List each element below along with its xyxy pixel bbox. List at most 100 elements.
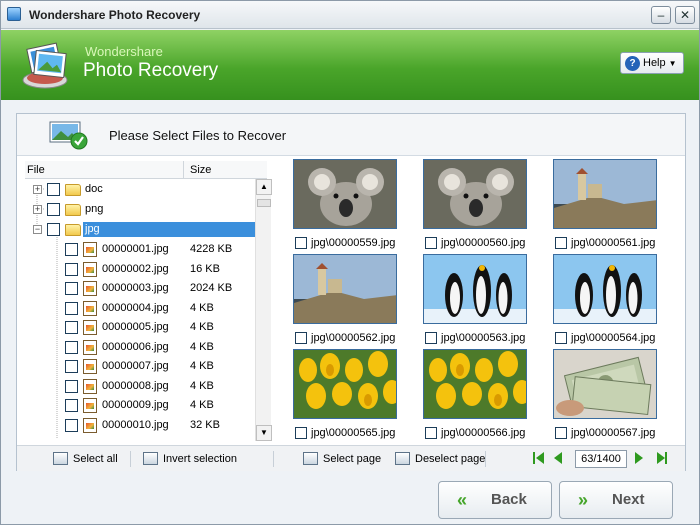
thumbnail-image[interactable] [553, 254, 657, 324]
thumbnail-checkbox[interactable] [295, 427, 307, 439]
folder-checkbox[interactable] [47, 183, 60, 196]
thumbnail-grid: jpg\00000559.jpg jpg\00000560.jpg jpg\0000… [293, 159, 683, 441]
tree-file-row[interactable]: 00000008.jpg 4 KB [25, 377, 255, 396]
help-button[interactable]: ? Help ▼ [620, 52, 684, 74]
folder-checkbox[interactable] [47, 223, 60, 236]
thumbnail-item[interactable]: jpg\00000561.jpg [553, 159, 673, 254]
deselect-page-button[interactable]: Deselect page [395, 450, 485, 468]
file-name: 00000006.jpg [102, 340, 169, 353]
thumbnail-image[interactable] [423, 349, 527, 419]
thumbnail-image[interactable] [423, 254, 527, 324]
tree-file-row[interactable]: 00000004.jpg 4 KB [25, 299, 255, 318]
thumbnail-image[interactable] [423, 159, 527, 229]
deselect-page-label: Deselect page [415, 453, 486, 465]
thumbnail-checkbox[interactable] [295, 237, 307, 249]
scroll-down-icon[interactable]: ▼ [256, 425, 272, 441]
file-checkbox[interactable] [65, 321, 78, 334]
page-indicator[interactable]: 63/1400 [575, 450, 627, 468]
tree-file-row[interactable]: 00000001.jpg 4228 KB [25, 240, 255, 259]
tree-file-row[interactable]: 00000005.jpg 4 KB [25, 318, 255, 337]
expand-icon[interactable]: + [33, 205, 42, 214]
file-checkbox[interactable] [65, 282, 78, 295]
column-header-size[interactable]: Size [183, 161, 217, 179]
app-icon [7, 7, 21, 21]
file-size: 4 KB [190, 301, 214, 314]
select-page-button[interactable]: Select page [303, 450, 381, 468]
file-name: 00000010.jpg [102, 418, 169, 431]
toolbar-divider [273, 451, 274, 467]
last-page-icon[interactable] [657, 452, 665, 464]
tree-scrollbar[interactable]: ▲ ▼ [255, 179, 272, 441]
invert-selection-button[interactable]: Invert selection [143, 450, 237, 468]
next-button[interactable]: » Next [559, 481, 673, 519]
image-file-icon [83, 242, 97, 257]
tree-file-row[interactable]: 00000007.jpg 4 KB [25, 357, 255, 376]
next-page-icon[interactable] [635, 452, 643, 464]
tree-folder-png[interactable]: + png [25, 200, 255, 219]
thumbnail-item[interactable]: jpg\00000564.jpg [553, 254, 673, 349]
thumbnail-item[interactable]: jpg\00000567.jpg [553, 349, 673, 444]
thumbnail-item[interactable]: jpg\00000566.jpg [423, 349, 543, 444]
thumbnail-checkbox[interactable] [425, 427, 437, 439]
thumbnail-image[interactable] [293, 159, 397, 229]
first-page-icon[interactable] [536, 452, 544, 464]
scroll-thumb[interactable] [257, 199, 271, 207]
file-checkbox[interactable] [65, 379, 78, 393]
tree-folder-doc[interactable]: + doc [25, 180, 255, 199]
file-name: 00000007.jpg [102, 360, 169, 372]
file-checkbox[interactable] [65, 243, 78, 256]
folder-checkbox[interactable] [47, 203, 60, 216]
thumbnail-item[interactable]: jpg\00000565.jpg [293, 349, 413, 444]
image-file-icon [83, 398, 97, 413]
file-checkbox[interactable] [65, 340, 78, 354]
thumbnail-label: jpg\00000560.jpg [441, 237, 526, 249]
thumbnail-checkbox[interactable] [295, 332, 307, 344]
minimize-button[interactable]: – [651, 6, 671, 24]
tree-file-row[interactable]: 00000010.jpg 32 KB [25, 416, 255, 435]
collapse-icon[interactable]: − [33, 225, 42, 234]
column-header-file[interactable]: File [27, 164, 45, 176]
thumbnail-checkbox[interactable] [555, 237, 567, 249]
file-checkbox[interactable] [65, 262, 78, 276]
thumbnail-checkbox[interactable] [425, 237, 437, 249]
file-name: 00000004.jpg [102, 301, 169, 314]
thumbnail-item[interactable]: jpg\00000562.jpg [293, 254, 413, 349]
thumbnail-checkbox[interactable] [425, 332, 437, 344]
thumbnail-label: jpg\00000563.jpg [441, 332, 526, 344]
tree-file-row[interactable]: 00000006.jpg 4 KB [25, 338, 255, 357]
thumbnail-image[interactable] [293, 254, 397, 324]
thumbnail-checkbox[interactable] [555, 332, 567, 344]
file-size: 4 KB [190, 340, 214, 353]
file-size: 4 KB [190, 360, 214, 372]
tree-file-row[interactable]: 00000009.jpg 4 KB [25, 396, 255, 415]
file-size: 16 KB [190, 262, 220, 275]
tree-folder-jpg[interactable]: − jpg [25, 220, 255, 239]
thumbnail-item[interactable]: jpg\00000560.jpg [423, 159, 543, 254]
tree-file-row[interactable]: 00000003.jpg 2024 KB [25, 279, 255, 298]
prev-page-icon[interactable] [554, 452, 562, 464]
photo-recovery-logo-icon [22, 42, 68, 89]
thumbnail-item[interactable]: jpg\00000563.jpg [423, 254, 543, 349]
file-checkbox[interactable] [65, 418, 78, 432]
file-checkbox[interactable] [65, 360, 78, 373]
tree-file-row[interactable]: 00000002.jpg 16 KB [25, 260, 255, 279]
invert-selection-icon [143, 452, 158, 465]
file-checkbox[interactable] [65, 301, 78, 315]
file-checkbox[interactable] [65, 399, 78, 412]
next-label: Next [612, 491, 645, 508]
thumbnail-item[interactable]: jpg\00000559.jpg [293, 159, 413, 254]
thumbnail-checkbox[interactable] [555, 427, 567, 439]
selection-toolbar: Select all Invert selection Select page … [17, 445, 685, 471]
thumbnail-image[interactable] [553, 349, 657, 419]
expand-icon[interactable]: + [33, 185, 42, 194]
select-all-button[interactable]: Select all [53, 450, 118, 468]
back-button[interactable]: « Back [438, 481, 552, 519]
select-page-label: Select page [323, 453, 382, 465]
file-size: 4 KB [190, 321, 214, 333]
thumbnail-image[interactable] [293, 349, 397, 419]
scroll-up-icon[interactable]: ▲ [256, 179, 272, 195]
thumbnail-image[interactable] [553, 159, 657, 229]
close-button[interactable]: ✕ [675, 6, 695, 24]
back-label: Back [491, 491, 527, 508]
window-title: Wondershare Photo Recovery [29, 8, 201, 22]
